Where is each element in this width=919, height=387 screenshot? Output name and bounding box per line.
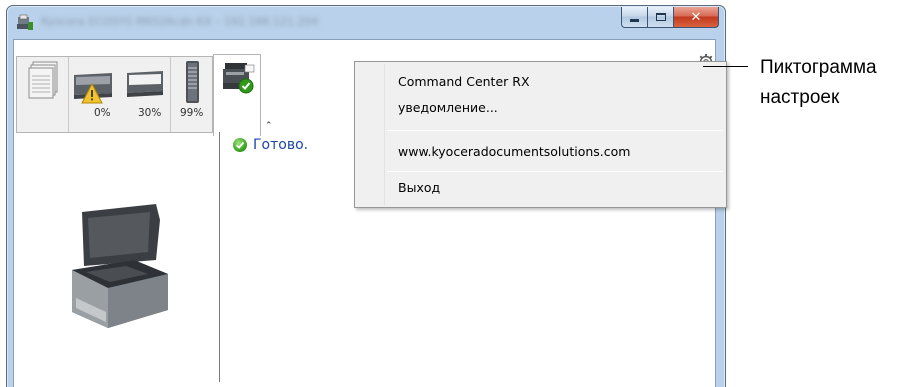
ready-check-icon — [233, 138, 247, 152]
window-title: Kyocera ECOSYS M6526cdn KX – 192.168.121… — [41, 15, 319, 28]
status-line: Готово. — [233, 137, 308, 153]
tab-divider — [170, 57, 171, 133]
paper-stack-icon — [28, 61, 58, 99]
device-status-text: Готово. — [253, 137, 309, 153]
menu-item-notification[interactable]: уведомление... — [398, 100, 498, 115]
menu-gutter — [384, 64, 385, 205]
close-button[interactable]: ✕ — [674, 7, 719, 28]
toner-level-label: 99% — [180, 107, 204, 119]
device-ok-icon — [223, 63, 255, 94]
minimize-button[interactable] — [621, 7, 648, 28]
paper-tray-warning-icon — [74, 73, 112, 104]
tab-divider — [68, 57, 69, 133]
maximize-icon — [655, 13, 666, 21]
callout-leader-line — [703, 66, 748, 67]
tab-device-status[interactable] — [213, 54, 261, 136]
settings-context-menu: Command Center RX уведомление... www.kyo… — [354, 61, 727, 208]
toner-icon — [186, 61, 199, 103]
settings-icon-callout: Пиктограмма настроек — [760, 53, 877, 113]
caption-buttons: ✕ — [621, 7, 719, 28]
callout-line-2: настроек — [760, 87, 840, 108]
minimize-icon — [630, 19, 639, 22]
tab-consumables-status[interactable]: 0% 30% 99% — [16, 56, 213, 133]
printer-app-icon — [17, 14, 33, 30]
device-image-panel — [16, 132, 220, 387]
tray1-level-label: 0% — [94, 107, 111, 119]
collapse-toggle-icon[interactable]: ⌃ — [265, 121, 273, 131]
maximize-button[interactable] — [648, 7, 674, 28]
menu-item-website[interactable]: www.kyoceradocumentsolutions.com — [398, 144, 630, 159]
callout-line-1: Пиктограмма — [760, 57, 877, 78]
menu-item-exit[interactable]: Выход — [398, 180, 440, 195]
panel-divider — [219, 132, 220, 382]
printer-open-cover-image — [72, 204, 168, 328]
menu-item-command-center[interactable]: Command Center RX — [398, 74, 530, 89]
tray2-level-label: 30% — [138, 107, 162, 119]
close-icon: ✕ — [690, 9, 702, 25]
menu-separator — [387, 171, 723, 172]
paper-tray-icon — [127, 71, 163, 97]
menu-separator — [387, 130, 723, 131]
